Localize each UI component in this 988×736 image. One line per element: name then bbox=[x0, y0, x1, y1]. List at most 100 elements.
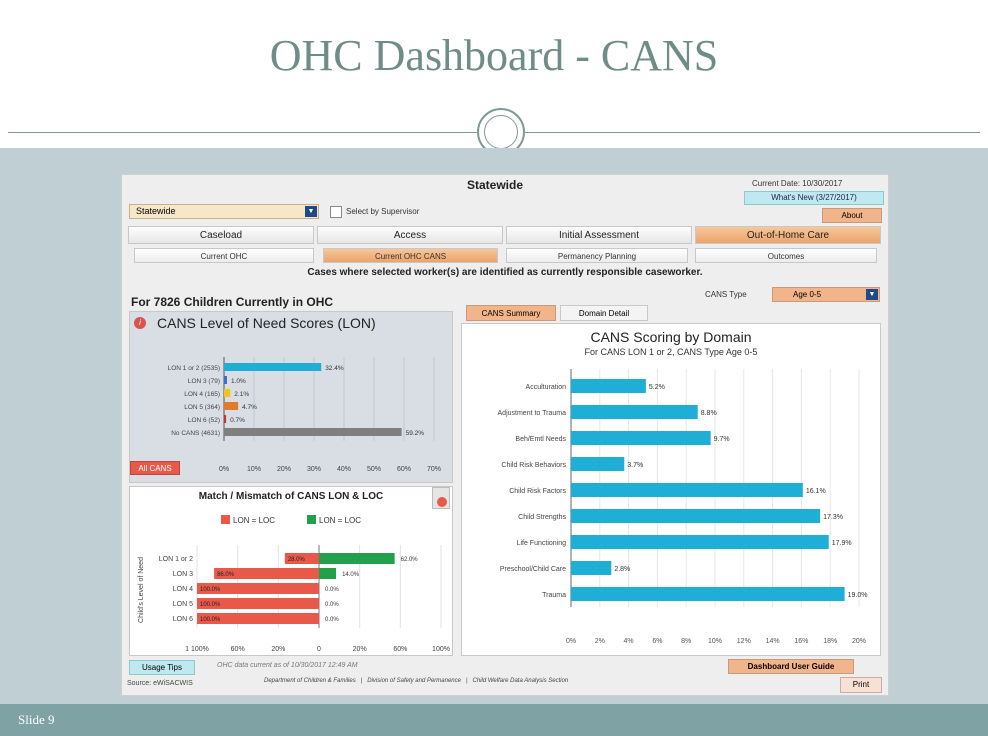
category-label: Acculturation bbox=[526, 384, 567, 391]
value-label: 2.8% bbox=[614, 566, 630, 573]
subtab-current-ohc-cans[interactable]: Current OHC CANS bbox=[323, 248, 498, 263]
category-label: LON 5 (364) bbox=[184, 404, 220, 411]
title-divider-left bbox=[8, 132, 477, 133]
x-tick-label: 50% bbox=[367, 466, 381, 473]
category-label: LON 6 bbox=[173, 616, 193, 623]
x-tick-label: 6% bbox=[652, 638, 662, 645]
tab-initial-assessment[interactable]: Initial Assessment bbox=[506, 226, 692, 244]
bar bbox=[224, 363, 322, 371]
credits-line: Department of Children & Families | Divi… bbox=[264, 678, 569, 684]
cans-type-select[interactable]: Age 0-5 ▼ bbox=[772, 287, 880, 302]
info-icon[interactable]: i bbox=[134, 317, 146, 329]
lon-chart-title: CANS Level of Need Scores (LON) bbox=[157, 315, 376, 331]
tab-caseload[interactable]: Caseload bbox=[128, 226, 314, 244]
supervisor-checkbox[interactable] bbox=[330, 206, 342, 218]
cans-type-value: Age 0-5 bbox=[793, 290, 822, 299]
value-label: 3.7% bbox=[627, 462, 643, 469]
bar bbox=[224, 376, 227, 384]
x-tick-label: 20% bbox=[271, 646, 285, 653]
match-label: 62.0% bbox=[401, 557, 419, 563]
category-label: Life Functioning bbox=[517, 540, 567, 547]
category-label: LON 4 bbox=[173, 586, 193, 593]
chevron-down-icon: ▼ bbox=[866, 289, 878, 300]
category-label: LON 3 bbox=[173, 571, 193, 578]
domain-chart-subtitle: For CANS LON 1 or 2, CANS Type Age 0-5 bbox=[584, 347, 758, 357]
category-label: Child Risk Behaviors bbox=[501, 462, 566, 469]
value-label: 0.7% bbox=[230, 417, 245, 424]
category-label: LON 6 (52) bbox=[188, 417, 220, 424]
slide-title: OHC Dashboard - CANS bbox=[269, 31, 719, 80]
all-cans-button[interactable]: All CANS bbox=[130, 461, 180, 475]
supervisor-checkbox-label: Select by Supervisor bbox=[346, 207, 420, 216]
value-label: 16.1% bbox=[806, 488, 826, 495]
x-tick-label: 60% bbox=[231, 646, 245, 653]
bar bbox=[571, 379, 646, 393]
bar bbox=[571, 509, 821, 523]
tab-out-of-home-care[interactable]: Out-of-Home Care bbox=[695, 226, 881, 244]
caseworker-notice: Cases where selected worker(s) are ident… bbox=[307, 267, 703, 278]
match-bar bbox=[319, 553, 395, 564]
chevron-down-icon: ▼ bbox=[305, 206, 317, 217]
children-heading: For 7826 Children Currently in OHC bbox=[131, 295, 334, 309]
x-tick-label: 10% bbox=[708, 638, 722, 645]
mismatch-label: 100.0% bbox=[200, 587, 221, 593]
bar bbox=[224, 389, 231, 397]
tab-cans-summary[interactable]: CANS Summary bbox=[466, 305, 556, 321]
legend-swatch bbox=[307, 515, 316, 524]
domain-chart-title: CANS Scoring by Domain bbox=[590, 329, 752, 345]
x-tick-label: 60% bbox=[393, 646, 407, 653]
value-label: 17.3% bbox=[823, 514, 843, 521]
bar bbox=[571, 457, 625, 471]
whats-new-button[interactable]: What's New (3/27/2017) bbox=[744, 191, 884, 205]
tab-access[interactable]: Access bbox=[317, 226, 503, 244]
user-guide-button[interactable]: Dashboard User Guide bbox=[728, 659, 854, 674]
tab-domain-detail[interactable]: Domain Detail bbox=[560, 305, 648, 321]
print-button[interactable]: Print bbox=[840, 677, 882, 693]
slide-number: Slide 9 bbox=[18, 712, 55, 727]
match-label: 0.0% bbox=[325, 602, 339, 608]
value-label: 4.7% bbox=[242, 404, 257, 411]
category-label: Child Strengths bbox=[518, 514, 566, 521]
x-tick-label: 60% bbox=[397, 466, 411, 473]
mismatch-label: 86.0% bbox=[217, 572, 235, 578]
match-label: 0.0% bbox=[325, 587, 339, 593]
subtab-permanency-planning[interactable]: Permanency Planning bbox=[506, 248, 688, 263]
value-label: 19.0% bbox=[848, 592, 868, 599]
mismatch-label: 100.0% bbox=[200, 602, 221, 608]
region-select-value: Statewide bbox=[136, 206, 176, 216]
x-tick-label: 20% bbox=[852, 638, 866, 645]
bar bbox=[571, 431, 711, 445]
category-label: LON 1 or 2 (2535) bbox=[168, 365, 220, 372]
category-label: No CANS (4631) bbox=[171, 430, 220, 437]
x-tick-label: 12% bbox=[737, 638, 751, 645]
lon-chart: 0% 10% 20% 30% 40% 50% 60% 70% LON 1 or 2 (2535)… bbox=[168, 357, 441, 473]
match-chart-title: Match / Mismatch of CANS LON & LOC bbox=[198, 491, 384, 502]
source-note: Source: eWiSACWIS bbox=[127, 680, 193, 687]
dashboard-screenshot: Statewide Current Date: 10/30/2017 What'… bbox=[121, 174, 889, 696]
match-label: 14.0% bbox=[342, 572, 360, 578]
subtab-outcomes[interactable]: Outcomes bbox=[695, 248, 877, 263]
x-tick-label: 14% bbox=[766, 638, 780, 645]
value-label: 32.4% bbox=[325, 365, 344, 372]
slide-footer bbox=[0, 704, 988, 736]
value-label: 1.0% bbox=[231, 378, 246, 385]
x-tick-label: 0% bbox=[219, 466, 229, 473]
bar bbox=[571, 405, 698, 419]
subtab-current-ohc[interactable]: Current OHC bbox=[134, 248, 314, 263]
region-title: Statewide bbox=[467, 178, 524, 192]
value-label: 8.8% bbox=[701, 410, 717, 417]
x-tick-label: 18% bbox=[823, 638, 837, 645]
region-select[interactable]: Statewide ▼ bbox=[129, 204, 319, 219]
x-tick-label: 10% bbox=[247, 466, 261, 473]
bar bbox=[571, 561, 612, 575]
x-tick-label: 70% bbox=[427, 466, 441, 473]
category-label: Beh/Emtl Needs bbox=[515, 436, 566, 443]
category-label: Preschool/Child Care bbox=[500, 566, 566, 573]
domain-chart: 0% 2% 4% 6% 8% 10% 12% 14% 16% 18% 20% Acculturatio… bbox=[498, 369, 868, 645]
usage-tips-button[interactable]: Usage Tips bbox=[129, 660, 195, 675]
bar bbox=[571, 535, 829, 549]
about-button[interactable]: About bbox=[822, 208, 882, 223]
category-label: Child Risk Factors bbox=[509, 488, 566, 495]
legend-label: LON = LOC bbox=[233, 516, 275, 525]
y-axis-title: Child's Level of Need bbox=[138, 557, 145, 623]
